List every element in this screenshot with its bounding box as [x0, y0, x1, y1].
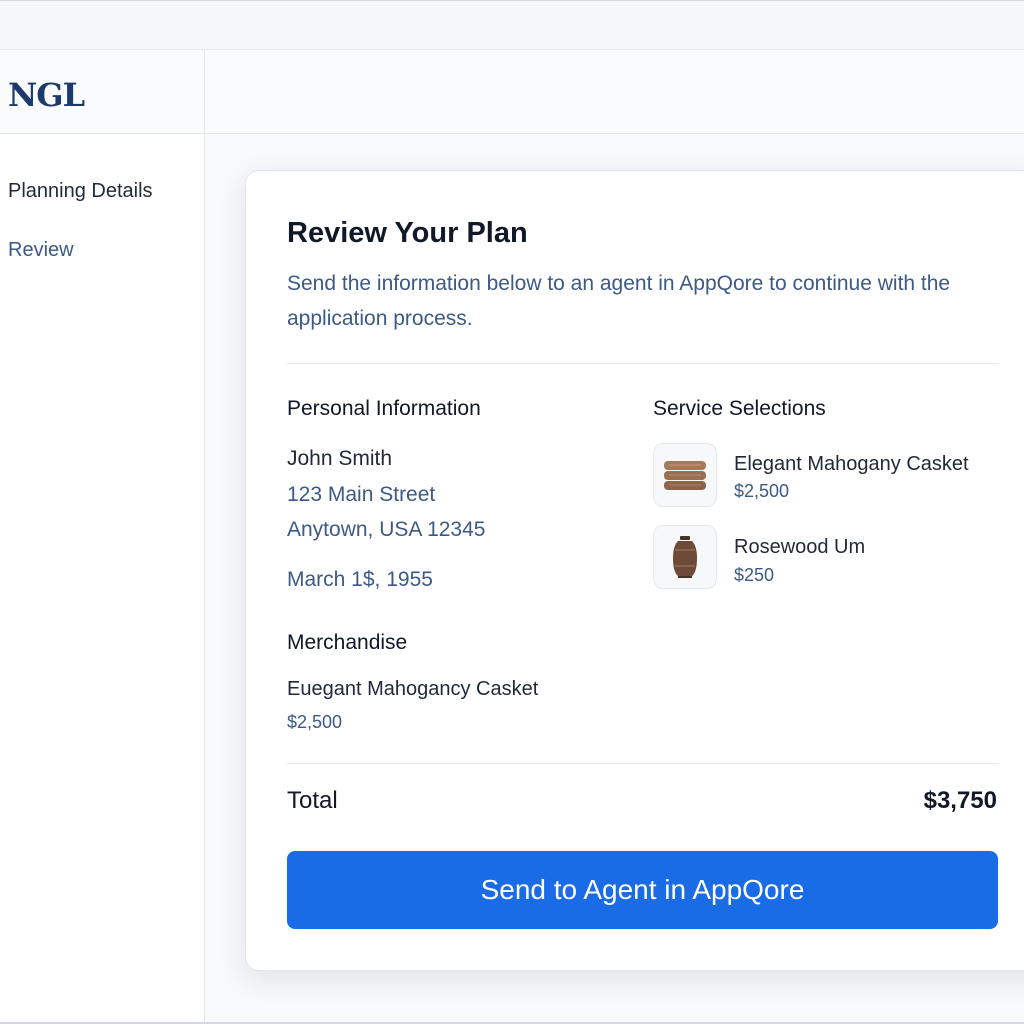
casket-icon — [664, 461, 706, 490]
birth-date: March 1$, 1955 — [287, 568, 433, 591]
total-label: Total — [287, 787, 338, 814]
send-to-agent-button[interactable]: Send to Agent in AppQore — [287, 851, 998, 929]
page-title: Review Your Plan — [287, 217, 528, 249]
total-value: $3,750 — [923, 787, 997, 814]
ngl-logo[interactable]: NGL — [8, 76, 85, 114]
page-description: Send the information below to an agent i… — [287, 272, 951, 330]
personal-info-heading: Personal Information — [287, 397, 481, 420]
urn-thumbnail — [653, 525, 717, 589]
service-item-price-2: $250 — [734, 565, 775, 585]
merchandise-item-price: $2,500 — [287, 712, 343, 732]
service-item-name-2: Rosewood Um — [734, 536, 866, 558]
window-top-bar — [0, 0, 1024, 50]
casket-thumbnail — [653, 443, 717, 507]
address-line-2: Anytown, USA 12345 — [287, 518, 486, 541]
service-item-name-1: Elegant Mahogany Casket — [734, 453, 969, 475]
total-divider — [287, 763, 999, 764]
header-divider — [204, 50, 205, 134]
service-selections-heading: Service Selections — [653, 397, 826, 420]
section-divider — [287, 363, 999, 364]
merchandise-item-name: Euegant Mahogancy Casket — [287, 678, 539, 700]
urn-icon — [673, 536, 697, 578]
app-header — [0, 50, 1024, 134]
personal-name: John Smith — [287, 447, 393, 470]
service-item-price-1: $2,500 — [734, 481, 790, 501]
sidebar-item-planning-details[interactable]: Planning Details — [8, 180, 153, 203]
sidebar — [0, 135, 205, 1024]
address-line-1: 123 Main Street — [287, 483, 436, 506]
merchandise-heading: Merchandise — [287, 631, 408, 654]
sidebar-item-review[interactable]: Review — [8, 239, 74, 262]
